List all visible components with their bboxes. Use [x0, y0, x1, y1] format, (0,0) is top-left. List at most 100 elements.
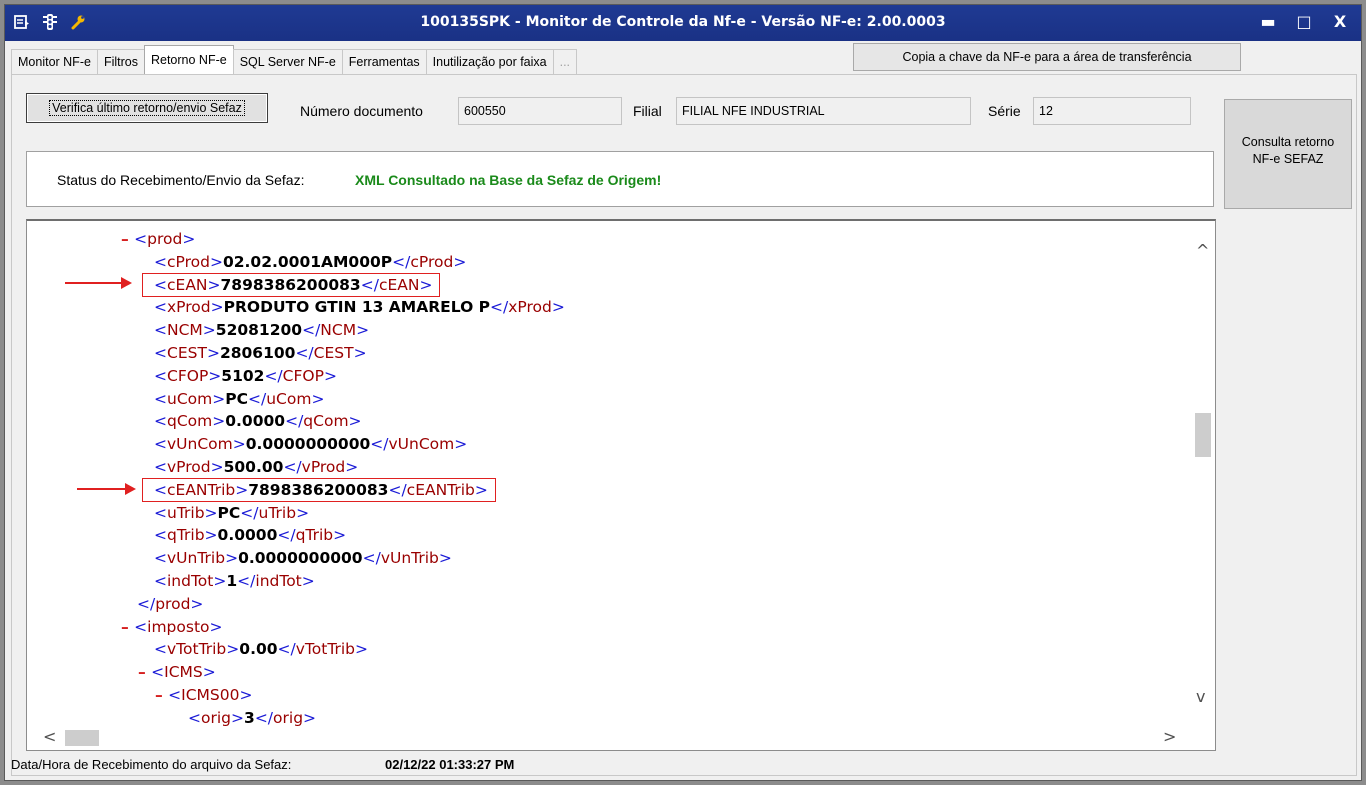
numero-documento-field[interactable]: 600550 — [458, 97, 622, 125]
xml-tag-name: vProd — [167, 458, 211, 476]
serie-label: Série — [988, 103, 1021, 119]
verify-last-return-button[interactable]: Verifica último retorno/envio Sefaz — [26, 93, 268, 123]
consulta-label-line2: NF-e SEFAZ — [1252, 152, 1324, 166]
minimize-button[interactable]: ▬ — [1257, 11, 1279, 33]
xml-bracket: < — [154, 572, 167, 590]
xml-tag-name: cProd — [410, 252, 454, 271]
copy-key-button[interactable]: Copia a chave da NF-e para a área de tra… — [853, 43, 1241, 71]
title-bar: 100135SPK - Monitor de Controle da Nf-e … — [5, 5, 1361, 41]
scroll-down-icon[interactable]: v — [1196, 687, 1205, 706]
xml-line: – <ICMS> — [138, 661, 216, 683]
tab-ferramentas[interactable]: Ferramentas — [341, 49, 427, 75]
xml-tag-name: uTrib — [258, 503, 297, 522]
xml-tag-name: vUnTrib — [380, 549, 439, 568]
horizontal-scrollbar[interactable]: < > — [27, 726, 1193, 750]
xml-value: 52081200 — [215, 321, 303, 340]
xml-bracket: > — [225, 549, 239, 568]
tab-retorno-nfe[interactable]: Retorno NF-e — [143, 45, 234, 75]
filial-field[interactable]: FILIAL NFE INDUSTRIAL — [676, 97, 971, 125]
xml-bracket: < — [134, 230, 148, 248]
xml-tag-name: prod — [155, 594, 191, 613]
main-window: 100135SPK - Monitor de Controle da Nf-e … — [4, 4, 1362, 781]
xml-bracket: > — [213, 572, 227, 590]
xml-bracket: > — [212, 412, 226, 431]
xml-line: <qTrib>0.0000</qTrib> — [154, 524, 346, 546]
xml-bracket: > — [438, 549, 452, 568]
xml-value: 0.0000 — [225, 412, 286, 431]
xml-bracket: > — [206, 344, 220, 362]
xml-tag-name: vUnCom — [388, 435, 455, 454]
status-box: Status do Recebimento/Envio da Sefaz: XM… — [26, 151, 1214, 207]
xml-tag-name: imposto — [147, 617, 210, 636]
xml-line: <vUnCom>0.0000000000</vUnCom> — [154, 433, 467, 455]
xml-line: <uTrib>PC</uTrib> — [154, 502, 309, 524]
highlight-arrow-ceantrib — [77, 483, 136, 495]
xml-tag-name: qTrib — [167, 526, 205, 545]
status-value: XML Consultado na Base da Sefaz de Orige… — [355, 172, 662, 188]
xml-bracket: < — [168, 686, 182, 704]
vertical-scroll-thumb[interactable] — [1195, 413, 1211, 457]
xml-bracket: > — [333, 526, 347, 545]
xml-bracket: > — [311, 389, 325, 408]
xml-bracket: > — [202, 321, 216, 340]
xml-viewer[interactable]: – <prod> <cProd>02.02.0001AM000P</cProd> <… — [26, 219, 1216, 751]
consulta-retorno-button[interactable]: Consulta retorno NF-e SEFAZ — [1224, 99, 1352, 209]
scroll-right-icon[interactable]: > — [1163, 727, 1176, 746]
xml-bracket: > — [231, 708, 245, 727]
tab-monitor-nfe[interactable]: Monitor NF-e — [11, 49, 98, 75]
xml-bracket: > — [345, 458, 359, 476]
xml-bracket: > — [209, 617, 223, 636]
xml-tag-name: orig — [201, 708, 232, 727]
consulta-label-line1: Consulta retorno — [1241, 135, 1335, 149]
serie-field[interactable]: 12 — [1033, 97, 1191, 125]
xml-value: 2806100 — [219, 344, 296, 362]
tab-filtros[interactable]: Filtros — [96, 49, 145, 75]
xml-tag-name: vUnCom — [167, 435, 233, 454]
scroll-left-icon[interactable]: < — [43, 727, 56, 746]
xml-bracket: > — [239, 686, 253, 704]
xml-bracket: < — [154, 412, 167, 431]
xml-value: 5102 — [221, 366, 265, 385]
xml-bracket: > — [551, 298, 565, 317]
xml-bracket: </ — [240, 503, 259, 522]
xml-bracket: < — [188, 708, 201, 727]
xml-bracket: > — [356, 321, 370, 340]
xml-bracket: < — [154, 549, 167, 568]
xml-bracket: > — [296, 503, 310, 522]
vertical-scrollbar[interactable]: ^ v — [1191, 221, 1215, 729]
retorno-panel: Verifica último retorno/envio Sefaz Núme… — [11, 74, 1357, 776]
xml-bracket: > — [301, 572, 315, 590]
scroll-up-icon[interactable]: ^ — [1196, 241, 1209, 260]
maximize-button[interactable]: □ — [1293, 11, 1315, 33]
xml-bracket: < — [154, 526, 167, 545]
receipt-datetime-label: Data/Hora de Recebimento do arquivo da S… — [11, 757, 292, 772]
tab-inutilizacao[interactable]: Inutilização por faixa — [425, 49, 554, 75]
close-button[interactable]: X — [1329, 11, 1351, 33]
tab-sql-server-nfe[interactable]: SQL Server NF-e — [232, 49, 343, 75]
xml-line: – <prod> — [121, 228, 195, 250]
xml-line: <vTotTrib>0.00</vTotTrib> — [154, 638, 368, 660]
xml-bracket: < — [154, 252, 167, 271]
xml-tag-name: vTotTrib — [295, 640, 356, 659]
xml-line: – <ICMS00> — [155, 684, 253, 706]
xml-bracket: </ — [277, 640, 296, 659]
window-title: 100135SPK - Monitor de Controle da Nf-e … — [420, 14, 946, 30]
xml-line: <indTot>1</indTot> — [154, 570, 315, 592]
xml-bracket: < — [154, 366, 167, 385]
xml-value: PC — [225, 389, 248, 408]
verify-button-label: Verifica último retorno/envio Sefaz — [49, 100, 245, 116]
xml-bracket: > — [208, 366, 222, 385]
horizontal-scroll-thumb[interactable] — [65, 730, 99, 746]
xml-bracket: > — [212, 389, 226, 408]
xml-bracket: > — [182, 230, 196, 248]
xml-bracket: > — [202, 663, 216, 682]
xml-bracket: > — [204, 526, 218, 545]
xml-line: </prod> — [137, 593, 203, 615]
xml-bracket: > — [204, 503, 218, 522]
xml-tag-name: vTotTrib — [167, 640, 227, 659]
xml-bracket: > — [453, 252, 467, 271]
tab-more[interactable]: ... — [552, 49, 578, 75]
xml-line: – <imposto> — [121, 616, 223, 638]
xml-tag-name: qTrib — [295, 526, 334, 545]
xml-value: 0.0000000000 — [238, 549, 363, 568]
